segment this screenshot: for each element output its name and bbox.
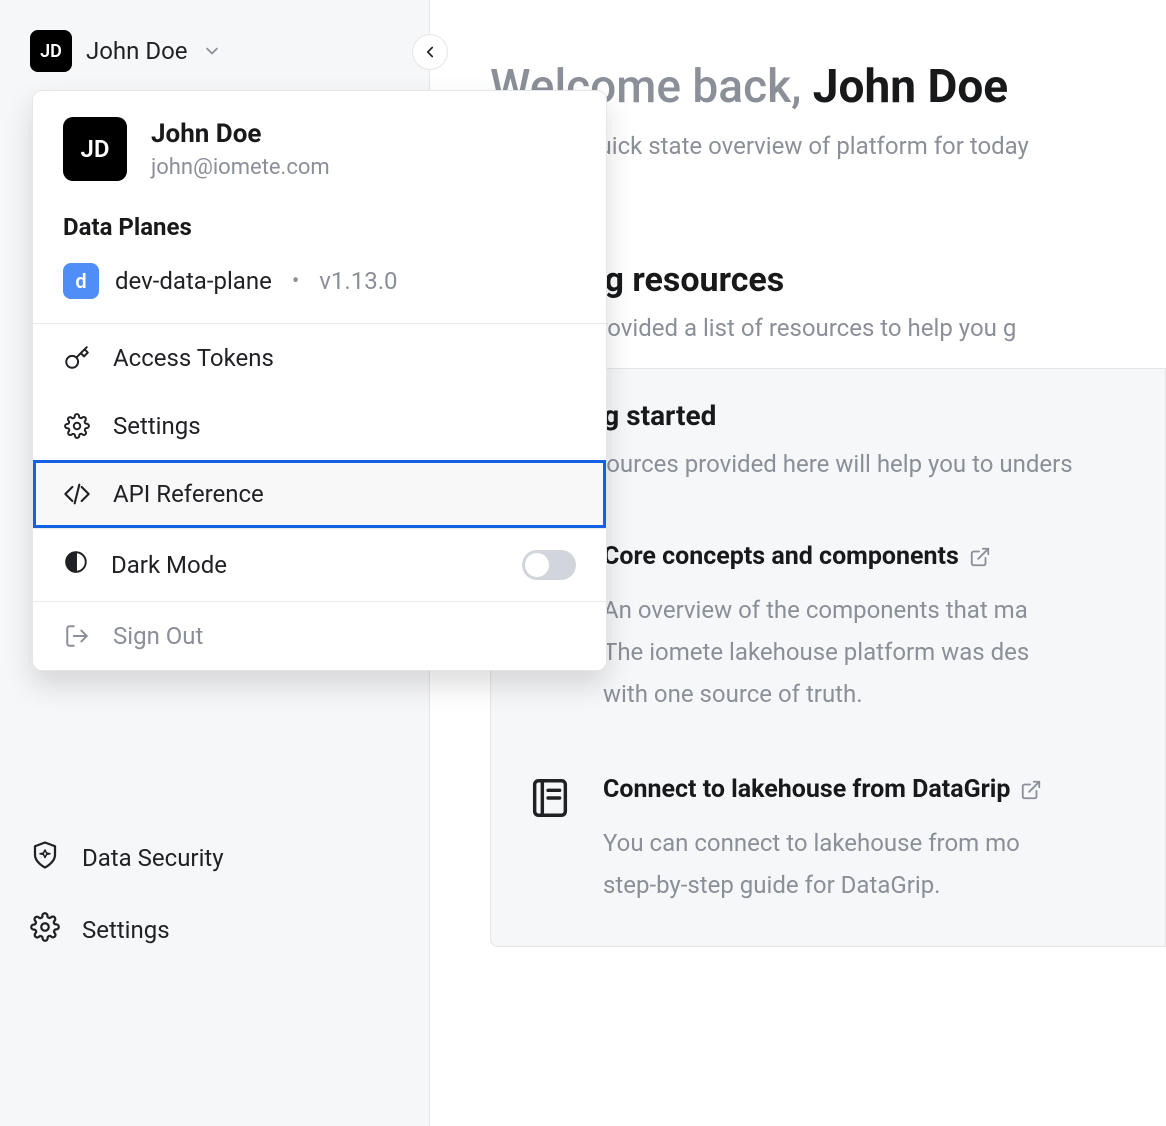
menu-item-label: API Reference — [113, 480, 264, 508]
dropdown-user-email: john@iomete.com — [151, 155, 330, 180]
menu-item-label: Dark Mode — [111, 551, 227, 579]
data-plane-item[interactable]: d dev-data-plane • v1.13.0 — [33, 257, 606, 323]
external-link-icon — [1020, 779, 1042, 801]
menu-item-label: Sign Out — [113, 622, 203, 650]
data-plane-name: dev-data-plane — [115, 267, 272, 295]
gear-icon — [30, 912, 60, 948]
menu-item-dark-mode[interactable]: Dark Mode — [33, 529, 606, 601]
dropdown-user-header: JD John Doe john@iomete.com — [33, 91, 606, 203]
sidebar-item-label: Settings — [82, 916, 170, 944]
menu-item-access-tokens[interactable]: Access Tokens — [33, 324, 606, 392]
sidebar-collapse-button[interactable] — [412, 34, 448, 70]
menu-item-label: Settings — [113, 412, 201, 440]
user-name: John Doe — [86, 37, 188, 65]
menu-item-settings[interactable]: Settings — [33, 392, 606, 460]
sidebar-item-label: Data Security — [82, 844, 224, 872]
resource-card-desc: You can connect to lakehouse from mo ste… — [603, 822, 1042, 906]
sidebar-nav: Data Security Settings — [0, 822, 429, 966]
dropdown-user-name: John Doe — [151, 119, 330, 149]
data-planes-heading: Data Planes — [33, 203, 606, 257]
data-plane-version: v1.13.0 — [319, 267, 397, 295]
dark-mode-toggle[interactable] — [522, 550, 576, 580]
data-plane-badge: d — [63, 263, 99, 299]
menu-item-api-reference[interactable]: API Reference — [33, 460, 606, 528]
avatar: JD — [63, 117, 127, 181]
resource-card-desc: An overview of the components that ma Th… — [603, 589, 1029, 715]
notebook-icon — [527, 775, 575, 823]
chevron-down-icon — [202, 41, 222, 61]
resource-card-datagrip[interactable]: Connect to lakehouse from DataGrip You c… — [527, 775, 1165, 906]
avatar: JD — [30, 30, 72, 72]
user-dropdown: JD John Doe john@iomete.com Data Planes … — [32, 90, 607, 671]
chevron-left-icon — [421, 43, 439, 61]
panel-sub: The resources provided here will help yo… — [527, 446, 1165, 482]
sign-out-icon — [63, 622, 91, 650]
code-icon — [63, 480, 91, 508]
external-link-icon — [969, 546, 991, 568]
contrast-icon — [63, 549, 89, 581]
menu-item-sign-out[interactable]: Sign Out — [33, 602, 606, 670]
gear-icon — [63, 412, 91, 440]
resource-card-core-concepts[interactable]: Core concepts and components An overview… — [527, 542, 1165, 715]
shield-icon — [30, 840, 60, 876]
panel-heading: Getting started — [527, 399, 1165, 432]
user-menu-trigger[interactable]: JD John Doe — [0, 30, 429, 72]
welcome-username: John Doe — [813, 60, 1008, 114]
resource-card-title: Connect to lakehouse from DataGrip — [603, 775, 1010, 804]
sidebar-item-data-security[interactable]: Data Security — [30, 822, 399, 894]
separator-dot: • — [288, 269, 303, 294]
resource-card-title: Core concepts and components — [603, 542, 959, 571]
sidebar-item-settings[interactable]: Settings — [30, 894, 399, 966]
menu-item-label: Access Tokens — [113, 344, 274, 372]
key-icon — [63, 344, 91, 372]
